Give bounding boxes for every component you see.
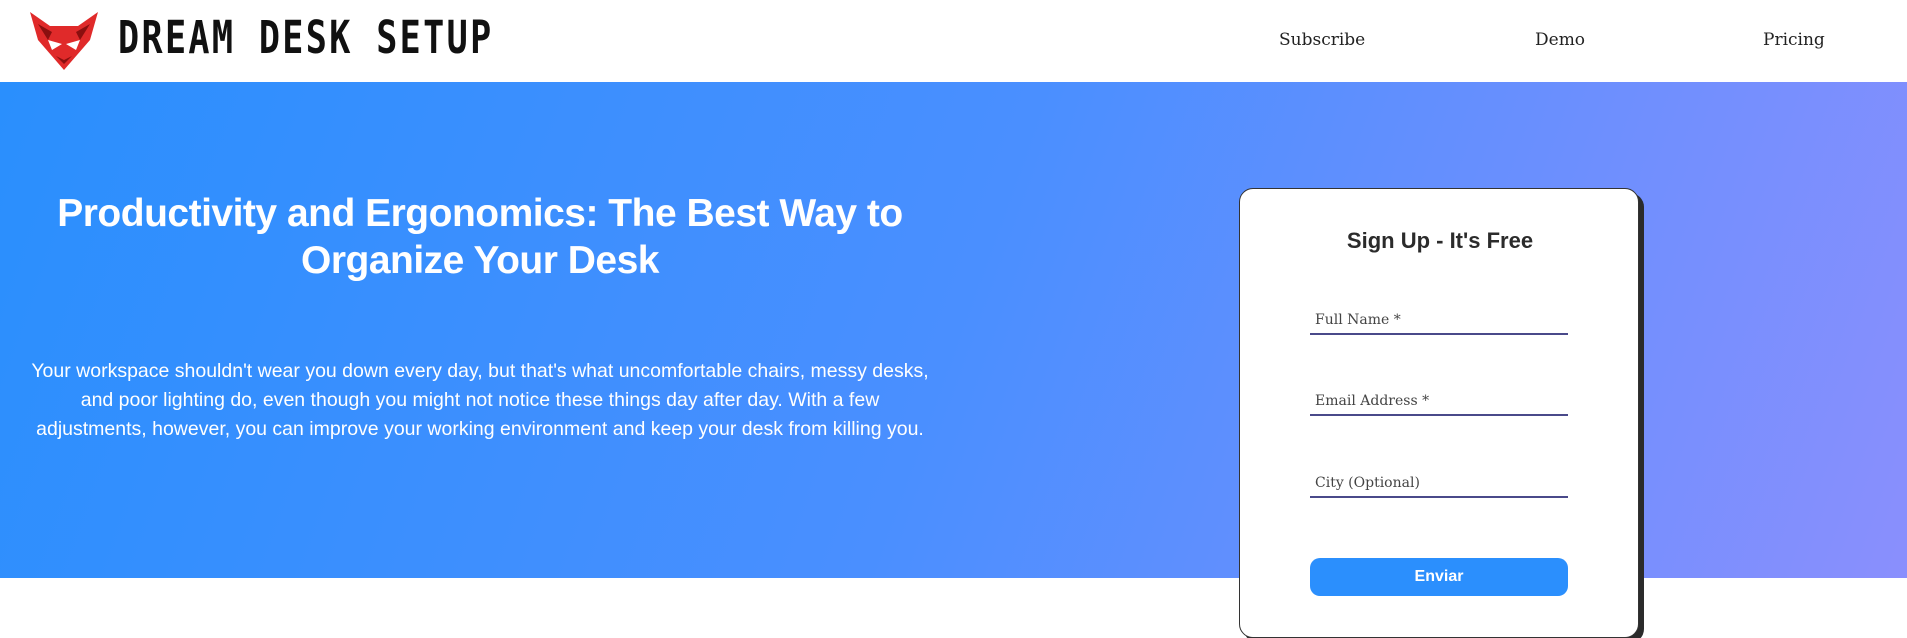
hero-section: Productivity and Ergonomics: The Best Wa… <box>0 82 1907 638</box>
hero-title: Productivity and Ergonomics: The Best Wa… <box>57 192 903 282</box>
signup-title: Sign Up - It's Free <box>1346 228 1534 253</box>
city-field[interactable] <box>1310 470 1568 498</box>
submit-button[interactable]: Enviar <box>1310 558 1568 596</box>
nav-link-subscribe[interactable]: Subscribe <box>1279 28 1365 52</box>
brand-name[interactable]: DREAM DESK SETUP <box>118 12 494 64</box>
signup-card: Sign Up - It's Free Enviar <box>1239 188 1639 638</box>
hero-description: Your workspace shouldn't wear you down e… <box>31 360 929 440</box>
full-name-field[interactable] <box>1310 307 1568 335</box>
nav-link-pricing[interactable]: Pricing <box>1763 28 1825 52</box>
nav-link-demo[interactable]: Demo <box>1535 28 1585 52</box>
email-field[interactable] <box>1310 388 1568 416</box>
fox-head-icon[interactable] <box>28 10 100 72</box>
site-header: DREAM DESK SETUP Subscribe Demo Pricing <box>0 0 1907 82</box>
